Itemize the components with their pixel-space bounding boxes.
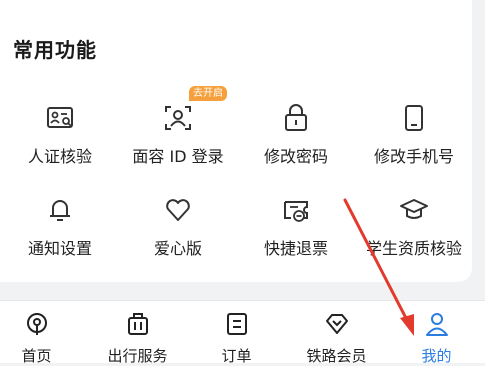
user-icon [425,313,448,336]
id-card-verify-icon [47,107,73,128]
tab-orders[interactable]: 订单 [188,301,285,365]
grid-item-label: 学生资质核验 [365,239,462,258]
lock-icon [285,104,307,131]
grid-item-label: 修改密码 [263,147,328,166]
grid-item-face-id[interactable]: 面容 ID 登录 [120,103,236,183]
graduation-cap-icon [400,199,428,219]
phone-icon [405,105,423,131]
section-title: 常用功能 [13,38,97,62]
grid-item-label: 面容 ID 登录 [132,147,224,166]
common-functions-card: 常用功能 人证核验 面容 ID 登录 修改密码 修改手机号 通知设置 爱心版 快… [0,0,472,282]
grid-item-id-verify[interactable]: 人证核验 [2,103,118,183]
enable-badge[interactable]: 去开启 [189,86,227,101]
grid-item-change-password[interactable]: 修改密码 [238,103,354,183]
ticket-refund-icon [284,201,308,222]
grid-item-notification-settings[interactable]: 通知设置 [2,195,118,275]
grid-item-label: 爱心版 [153,239,202,258]
order-list-icon [226,313,247,335]
grid-item-label: 人证核验 [27,147,92,166]
grid-item-quick-refund[interactable]: 快捷退票 [238,195,354,275]
tab-mine[interactable]: 我的 [388,301,485,365]
grid-item-label: 通知设置 [27,239,92,258]
grid-item-care-mode[interactable]: 爱心版 [120,195,236,275]
luggage-icon [127,313,148,335]
grid-item-student-verify[interactable]: 学生资质核验 [356,195,472,275]
diamond-icon [325,314,348,334]
tab-travel-services[interactable]: 出行服务 [89,301,186,365]
grid-item-change-phone[interactable]: 修改手机号 [356,103,472,183]
face-id-icon [165,106,191,130]
home-train-icon [26,313,47,335]
tab-home[interactable]: 首页 [0,301,85,365]
bottom-tab-bar: 首页 出行服务 订单 铁路会员 我的 [0,301,485,365]
tab-railway-member[interactable]: 铁路会员 [288,301,385,365]
grid-item-label: 快捷退票 [263,239,328,258]
bell-icon [50,200,70,221]
grid-item-label: 修改手机号 [373,147,454,166]
heart-icon [166,199,190,221]
